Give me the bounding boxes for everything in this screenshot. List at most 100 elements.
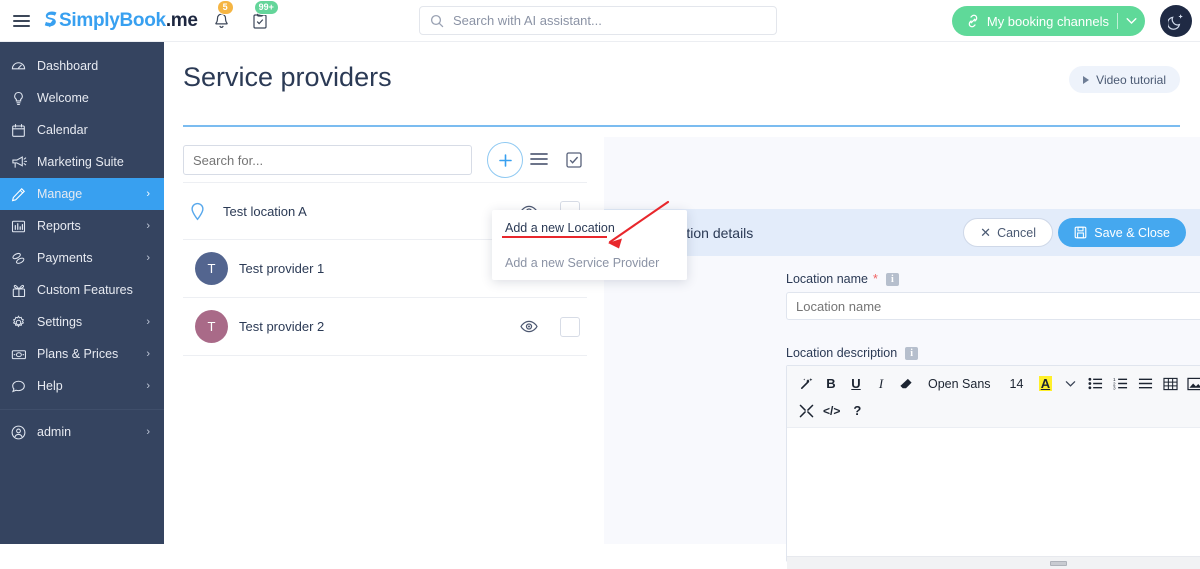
svg-text:3: 3 <box>1113 386 1116 390</box>
save-label: Save & Close <box>1094 225 1170 240</box>
page-header: Service providers Video tutorial <box>164 42 1200 127</box>
header-rule <box>183 125 1180 127</box>
logo-mark-icon <box>44 10 57 27</box>
sidebar-item-arrow: › <box>146 348 150 360</box>
clipboard-check-icon[interactable]: 99+ <box>246 0 279 35</box>
link-icon <box>968 14 978 28</box>
bold-button[interactable]: B <box>819 371 843 396</box>
text-color-button[interactable]: A <box>1033 371 1057 396</box>
row-checkbox[interactable] <box>560 316 580 337</box>
resize-grip[interactable] <box>1050 560 1067 566</box>
location-description-label: Location description i <box>786 346 919 360</box>
coins-icon <box>11 251 33 266</box>
sidebar-item-help[interactable]: Help › <box>0 370 164 402</box>
editor-toolbar: B U I Open Sans 14 A 1 2 3 </>? <box>787 366 1200 428</box>
italic-button[interactable]: I <box>869 371 893 396</box>
cancel-button[interactable]: ✕ Cancel <box>963 218 1053 247</box>
sidebar-item-welcome[interactable]: Welcome <box>0 82 164 114</box>
bullet-list-button[interactable] <box>1083 371 1107 396</box>
megaphone-icon <box>11 155 33 170</box>
eye-icon[interactable] <box>520 320 538 333</box>
font-family-select[interactable]: Open Sans <box>919 371 1000 396</box>
save-floppy-icon <box>1074 226 1087 239</box>
panel-header: Location details ✕ Cancel Save & Close <box>604 209 1200 256</box>
fullscreen-button[interactable] <box>794 398 818 423</box>
table-button[interactable] <box>1158 371 1182 396</box>
location-description-textarea[interactable] <box>787 428 1200 556</box>
save-and-close-button[interactable]: Save & Close <box>1058 218 1186 247</box>
sidebar-item-settings[interactable]: Settings › <box>0 306 164 338</box>
sidebar-divider <box>0 409 164 410</box>
booking-divider <box>1117 13 1118 29</box>
my-booking-channels-button[interactable]: My booking channels <box>951 6 1145 36</box>
location-name-label-text: Location name <box>786 272 869 286</box>
editor-resize-bar[interactable] <box>787 556 1200 569</box>
help-button[interactable]: ? <box>845 398 869 423</box>
required-marker: * <box>873 272 878 286</box>
logo-text-blue: SimplyBook <box>59 9 166 31</box>
color-chevron-icon[interactable] <box>1058 371 1082 396</box>
list-toolbar <box>183 142 587 182</box>
bell-icon[interactable]: 5 <box>208 0 236 35</box>
chevron-down-icon[interactable] <box>1126 17 1137 25</box>
sidebar-item-custom-features[interactable]: Custom Features <box>0 274 164 306</box>
sidebar-item-plans-prices[interactable]: Plans & Prices › <box>0 338 164 370</box>
sidebar-item-reports[interactable]: Reports › <box>0 210 164 242</box>
hamburger-icon[interactable] <box>4 14 38 27</box>
info-icon[interactable]: i <box>885 272 899 286</box>
logo-text-dark: .me <box>165 9 198 31</box>
select-all-checkbox-icon[interactable] <box>566 152 582 168</box>
magic-wand-icon[interactable] <box>794 371 818 396</box>
gift-icon <box>11 283 33 298</box>
gear-icon <box>11 314 33 330</box>
sidebar-item-admin[interactable]: admin › <box>0 416 164 448</box>
sidebar-item-marketing-suite[interactable]: Marketing Suite <box>0 146 164 178</box>
info-icon[interactable]: i <box>905 346 919 360</box>
eraser-icon[interactable] <box>894 371 918 396</box>
tasks-badge: 99+ <box>253 0 279 15</box>
insert-image-button[interactable] <box>1183 371 1200 396</box>
calendar-icon <box>11 123 33 138</box>
logo[interactable]: SimplyBook.me <box>42 10 198 32</box>
list-item[interactable]: T Test provider 2 <box>183 298 587 356</box>
font-size-select[interactable]: 14 <box>1001 371 1033 396</box>
sidebar-item-arrow: › <box>146 252 150 264</box>
sidebar-item-arrow: › <box>146 380 150 392</box>
play-icon <box>1083 75 1090 84</box>
sidebar-item-manage[interactable]: Manage › <box>0 178 164 210</box>
sidebar-item-label: Dashboard <box>37 59 99 73</box>
menu-item-add-service-provider-label: Add a new Service Provider <box>505 255 660 270</box>
rich-text-editor: B U I Open Sans 14 A 1 2 3 </>? <box>786 365 1200 569</box>
ai-search-box[interactable]: Search with AI assistant... <box>419 6 777 35</box>
sidebar-item-dashboard[interactable]: Dashboard <box>0 50 164 82</box>
map-pin-icon <box>190 202 212 221</box>
bar-chart-icon <box>11 219 33 234</box>
align-button[interactable] <box>1133 371 1157 396</box>
x-icon: ✕ <box>980 224 992 240</box>
search-icon <box>430 14 444 27</box>
location-description-label-text: Location description <box>786 346 898 360</box>
add-new-button[interactable] <box>487 142 523 178</box>
dark-mode-toggle[interactable] <box>1160 5 1192 37</box>
sidebar-item-label: Settings <box>37 315 83 329</box>
video-tutorial-button[interactable]: Video tutorial <box>1069 66 1180 93</box>
menu-item-add-service-provider[interactable]: Add a new Service Provider <box>492 245 687 280</box>
location-name-label: Location name * i <box>786 272 899 286</box>
sidebar-item-calendar[interactable]: Calendar <box>0 114 164 146</box>
cancel-label: Cancel <box>997 225 1036 240</box>
bell-badge: 5 <box>216 0 234 15</box>
sidebar-item-admin-label: admin <box>37 425 72 439</box>
list-lines-icon[interactable] <box>530 152 548 166</box>
annotation-underline <box>502 236 607 238</box>
sidebar-item-payments[interactable]: Payments › <box>0 242 164 274</box>
avatar: T <box>195 310 228 343</box>
page-title: Service providers <box>183 62 392 92</box>
source-code-button[interactable]: </> <box>819 398 844 423</box>
search-input[interactable] <box>183 145 472 175</box>
location-name-input[interactable] <box>786 292 1200 320</box>
underline-button[interactable]: U <box>844 371 868 396</box>
video-tutorial-label: Video tutorial <box>1096 72 1166 87</box>
plus-icon <box>498 153 512 167</box>
annotation-arrow <box>608 200 670 249</box>
numbered-list-button[interactable]: 123 <box>1108 371 1132 396</box>
